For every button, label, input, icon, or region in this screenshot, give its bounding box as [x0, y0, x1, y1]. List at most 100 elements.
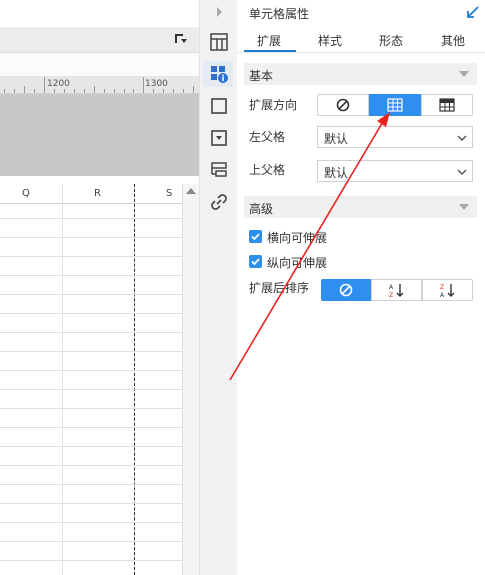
tab-other[interactable]: 其他	[441, 32, 465, 49]
sort-descending-button[interactable]: Z A	[422, 279, 473, 301]
ruler-tick	[84, 89, 85, 93]
upper-parent-label: 上父格	[249, 163, 286, 177]
expand-direction-vertical-button[interactable]	[369, 94, 421, 116]
sort-after-expand-label: 扩展后排序	[249, 281, 310, 295]
horizontal-expand-icon	[439, 98, 455, 112]
chevron-down-icon	[459, 204, 469, 210]
ruler-tick	[94, 86, 95, 93]
column-header-row: Q R S	[0, 184, 182, 204]
ruler-label-1300: 1300	[145, 79, 168, 89]
widget-icon[interactable]	[209, 128, 229, 148]
sheet-toolbar	[0, 27, 199, 53]
ruler-tick	[44, 77, 45, 93]
horizontal-expandable-checkbox[interactable]	[249, 230, 262, 243]
ruler-label-1200: 1200	[47, 79, 70, 89]
ruler-tick	[54, 89, 55, 93]
row-divider	[0, 370, 182, 371]
expand-panel-arrow-icon[interactable]	[214, 6, 224, 18]
svg-text:A: A	[389, 284, 394, 291]
ruler-tick	[14, 89, 15, 93]
row-divider	[0, 503, 182, 504]
basic-section-label: 基本	[249, 69, 274, 83]
no-symbol-icon	[339, 283, 353, 297]
row-divider	[0, 218, 182, 219]
chevron-down-icon	[457, 169, 467, 176]
canvas-background	[0, 94, 199, 176]
row-divider	[0, 522, 182, 523]
row-divider	[0, 275, 182, 276]
row-divider	[0, 256, 182, 257]
scroll-up-arrow-icon[interactable]	[186, 188, 196, 194]
advanced-section-header[interactable]: 高级	[244, 196, 477, 218]
row-divider	[0, 389, 182, 390]
hyperlink-icon[interactable]	[209, 192, 229, 212]
ruler-tick	[193, 86, 194, 93]
tab-form[interactable]: 形态	[379, 32, 403, 49]
cell-attributes-icon[interactable]	[209, 64, 229, 84]
ruler-tick	[153, 89, 154, 93]
cell-grid[interactable]	[0, 204, 182, 575]
ruler-tick	[163, 89, 164, 93]
row-divider	[0, 237, 182, 238]
tab-style[interactable]: 样式	[318, 32, 342, 49]
ruler-tick	[4, 89, 5, 93]
svg-text:Z: Z	[440, 284, 444, 291]
svg-text:Z: Z	[389, 292, 393, 298]
ruler-tick	[173, 89, 174, 93]
checkmark-icon	[251, 258, 260, 266]
checkmark-icon	[251, 233, 260, 241]
row-divider	[0, 332, 182, 333]
vertical-expandable-checkbox[interactable]	[249, 255, 262, 268]
row-divider	[0, 541, 182, 542]
horizontal-expandable-label[interactable]: 横向可伸展	[267, 229, 327, 246]
row-divider	[0, 351, 182, 352]
ruler-tick	[64, 89, 65, 93]
ruler-tick	[104, 89, 105, 93]
ruler-tick	[143, 77, 144, 93]
column-header-s[interactable]: S	[166, 188, 172, 199]
basic-section-header[interactable]: 基本	[244, 63, 477, 85]
cell-element-icon[interactable]	[209, 32, 229, 52]
row-divider	[0, 408, 182, 409]
expand-direction-none-button[interactable]	[317, 94, 369, 116]
sort-ascending-button[interactable]: A Z	[371, 279, 422, 301]
sort-none-button[interactable]	[321, 279, 371, 301]
svg-text:A: A	[440, 292, 445, 298]
row-divider	[0, 465, 182, 466]
column-header-q[interactable]: Q	[22, 188, 30, 199]
sort-descending-icon: Z A	[440, 284, 455, 298]
ruler-tick	[24, 86, 25, 93]
sheet-canvas-margin	[0, 53, 199, 76]
row-divider	[0, 313, 182, 314]
advanced-section-label: 高级	[249, 202, 274, 216]
collapse-panel-icon[interactable]	[466, 5, 480, 19]
left-parent-label: 左父格	[249, 130, 286, 144]
row-divider	[0, 446, 182, 447]
condition-attribute-icon[interactable]	[209, 160, 229, 180]
border-icon[interactable]	[209, 96, 229, 116]
row-divider	[0, 484, 182, 485]
row-divider	[0, 560, 182, 561]
tab-expand[interactable]: 扩展	[257, 32, 281, 49]
sheet-top-blank	[0, 0, 199, 27]
left-parent-value: 默认	[324, 132, 349, 146]
no-symbol-icon	[336, 98, 350, 112]
ruler-tick	[133, 89, 134, 93]
row-divider	[0, 427, 182, 428]
vertical-expand-icon	[387, 98, 403, 112]
chevron-down-icon	[459, 71, 469, 77]
expand-direction-horizontal-button[interactable]	[421, 94, 473, 116]
left-parent-select[interactable]: 默认	[317, 126, 473, 148]
upper-parent-value: 默认	[324, 166, 349, 180]
toolbar-dropdown-icon[interactable]	[174, 33, 188, 45]
panel-title: 单元格属性	[249, 7, 310, 21]
horizontal-ruler: 1200 1300	[0, 76, 199, 94]
ruler-tick	[124, 89, 125, 93]
vertical-scrollbar[interactable]	[182, 184, 199, 575]
sort-ascending-icon: A Z	[389, 284, 404, 298]
ruler-tick	[74, 89, 75, 93]
upper-parent-select[interactable]: 默认	[317, 160, 473, 182]
column-header-r[interactable]: R	[94, 188, 101, 199]
ruler-tick	[183, 89, 184, 93]
vertical-expandable-label[interactable]: 纵向可伸展	[267, 254, 327, 271]
